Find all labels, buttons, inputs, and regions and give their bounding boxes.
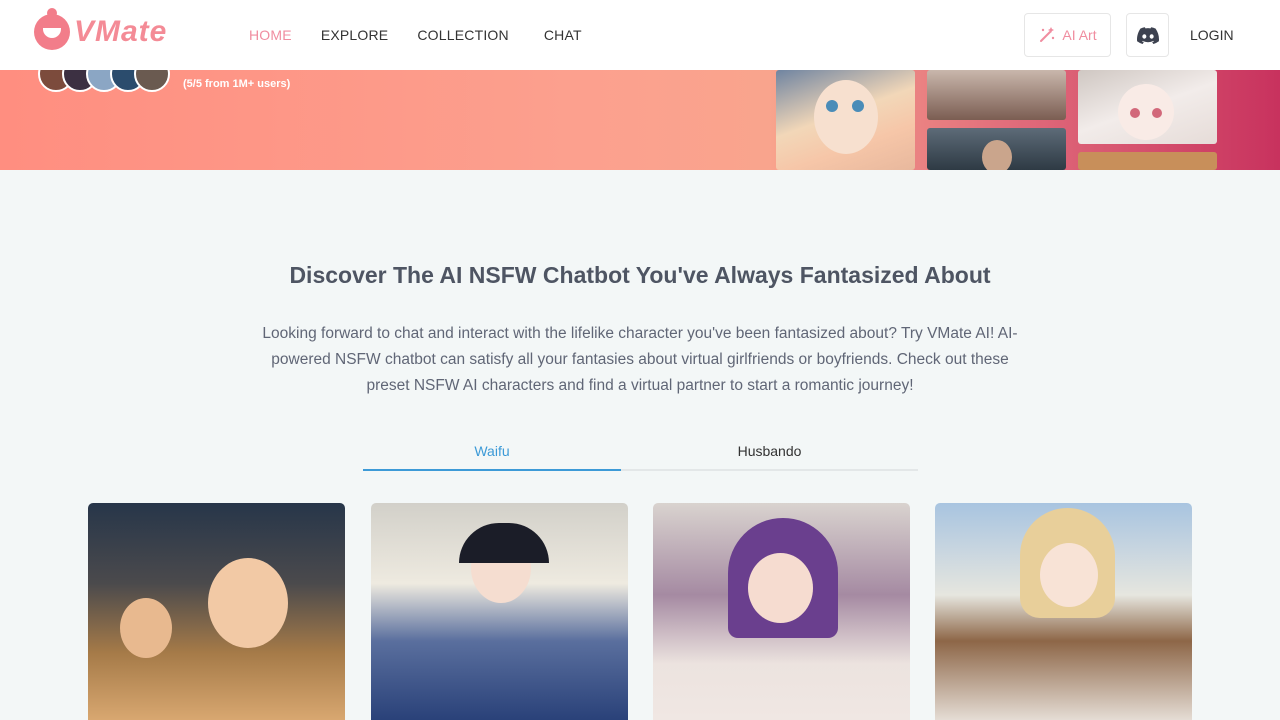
nav-explore[interactable]: EXPLORE: [321, 27, 389, 43]
character-grid: [88, 503, 1192, 720]
discord-icon: [1136, 26, 1159, 44]
character-card[interactable]: [371, 503, 628, 720]
logo-mascot-icon: [34, 8, 70, 50]
character-tabs: Waifu Husbando: [363, 436, 918, 471]
collage-image: [927, 128, 1066, 170]
avatar: [134, 70, 170, 92]
collage-image: [776, 70, 915, 170]
section-title: Discover The AI NSFW Chatbot You've Alwa…: [289, 262, 991, 288]
rating-text: (5/5 from 1M+ users): [183, 78, 291, 90]
character-collage: [776, 70, 1218, 170]
tab-waifu[interactable]: Waifu: [363, 436, 621, 471]
main-nav: HOME EXPLORE COLLECTION CHAT: [249, 0, 611, 70]
site-header: VMate HOME EXPLORE COLLECTION CHAT AI Ar…: [0, 0, 1280, 70]
collage-image: [1078, 70, 1217, 144]
collage-image: [927, 70, 1066, 120]
user-avatars: [38, 70, 170, 92]
nav-collection[interactable]: COLLECTION: [417, 27, 508, 43]
brand-logo[interactable]: VMate: [34, 8, 168, 50]
collage-image: [1078, 152, 1217, 170]
section-description: Looking forward to chat and interact wit…: [262, 325, 1018, 394]
discord-button[interactable]: [1126, 13, 1169, 57]
nav-home[interactable]: HOME: [249, 27, 292, 43]
character-card[interactable]: [653, 503, 910, 720]
magic-wand-icon: [1040, 27, 1055, 42]
character-card[interactable]: [88, 503, 345, 720]
character-card[interactable]: [935, 503, 1192, 720]
brand-name: VMate: [74, 15, 168, 48]
ai-art-button[interactable]: AI Art: [1024, 13, 1111, 57]
hero-banner: (5/5 from 1M+ users): [0, 70, 1280, 170]
tab-husbando[interactable]: Husbando: [621, 436, 918, 469]
ai-art-label: AI Art: [1062, 27, 1097, 43]
nav-chat[interactable]: CHAT: [544, 27, 582, 43]
login-link[interactable]: LOGIN: [1190, 27, 1234, 43]
